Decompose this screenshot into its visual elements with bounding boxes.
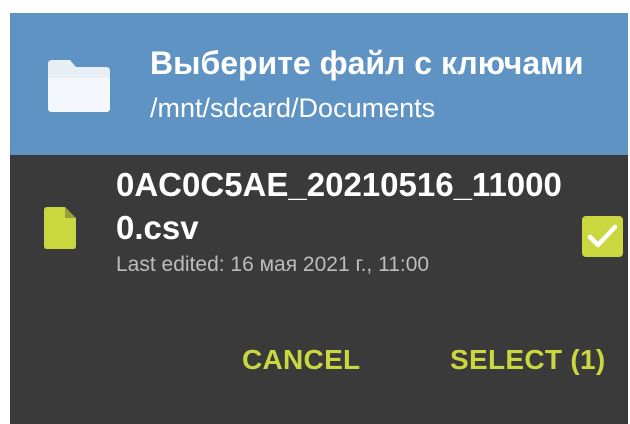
current-path: /mnt/sdcard/Documents: [150, 93, 436, 123]
file-checkbox[interactable]: [582, 216, 623, 257]
dialog-title: Выберите файл с ключами: [150, 45, 584, 81]
file-icon: [44, 207, 76, 249]
file-name: 0AC0C5AE_20210516_110000.csv: [116, 166, 562, 246]
select-button[interactable]: SELECT (1): [450, 335, 605, 385]
dialog-actions: CANCEL SELECT (1): [10, 335, 628, 395]
check-icon: [587, 224, 618, 248]
cancel-button[interactable]: CANCEL: [242, 335, 360, 385]
dialog-header: Выберите файл с ключами /mnt/sdcard/Docu…: [10, 13, 628, 155]
file-last-edited: Last edited: 16 мая 2021 г., 11:00: [116, 253, 430, 276]
folder-icon: [46, 58, 112, 114]
list-item[interactable]: 0AC0C5AE_20210516_110000.csv Last edited…: [10, 155, 628, 305]
file-picker-dialog: Выберите файл с ключами /mnt/sdcard/Docu…: [10, 13, 628, 424]
